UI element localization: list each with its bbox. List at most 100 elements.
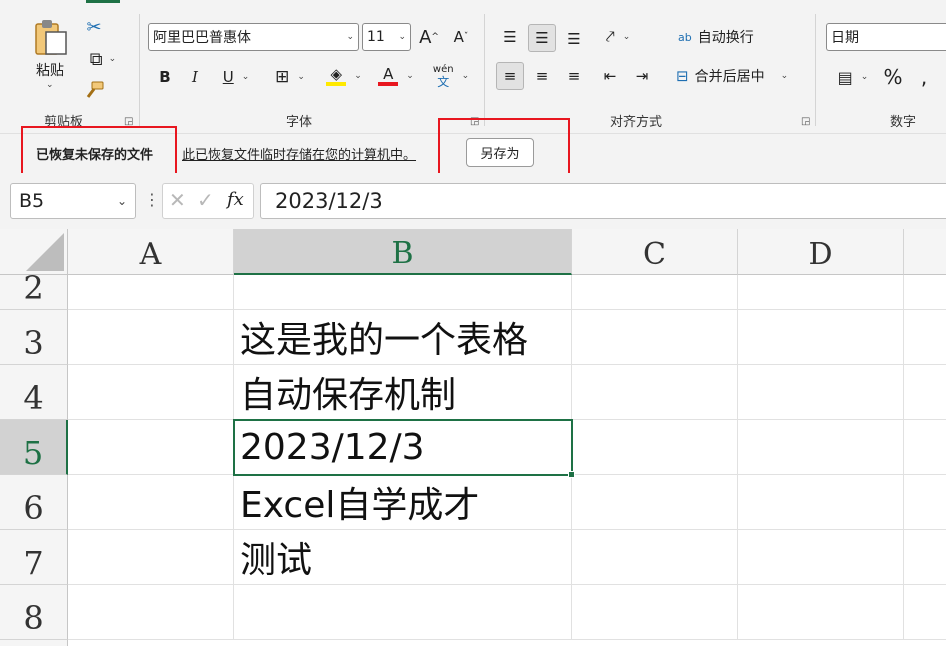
fill-color-icon: ◈ [330,65,342,83]
wrap-text-button[interactable]: ab 自动换行 [678,24,788,50]
fill-color-button[interactable]: ◈ ⌄ [322,62,366,90]
column-label: A [139,237,162,272]
active-tab-indicator [86,0,120,3]
percent-style-button[interactable]: % [880,63,906,91]
align-right-button[interactable]: ≡ [560,62,588,90]
cell-c7[interactable] [572,530,738,585]
cell-a3[interactable] [68,310,234,365]
merge-center-icon: ⊟ [676,67,689,85]
cell-b6[interactable]: Excel自学成才 [234,475,572,530]
row-header-2[interactable]: 2 [0,269,68,310]
paste-button[interactable]: 粘贴 ⌄ [24,18,76,90]
column-header-b[interactable]: B [234,229,572,275]
grow-font-button[interactable]: A ^ [416,24,442,50]
copy-icon: ⧉ [89,48,103,70]
cell-b7[interactable]: 测试 [234,530,572,585]
copy-button[interactable]: ⧉ ⌄ [82,46,124,72]
cell-c4[interactable] [572,365,738,420]
cell-d4[interactable] [738,365,904,420]
wrap-text-icon: ab [678,30,692,44]
font-name-select[interactable]: 阿里巴巴普惠体 ⌄ [148,23,359,51]
comma-style-button[interactable]: , [914,63,934,91]
cell-d5[interactable] [738,420,904,475]
number-group-label: 数字 [890,115,917,130]
cell-e7[interactable] [904,530,946,585]
align-right-icon: ≡ [567,67,581,85]
text-orientation-icon: ⤤ [605,27,615,46]
underline-button[interactable]: U ⌄ [214,64,258,90]
row-header-4[interactable]: 4 [0,365,68,420]
row-header-7[interactable]: 7 [0,530,68,585]
enter-icon[interactable]: ✓ [197,188,214,212]
phonetic-guide-button[interactable]: wén 文 ⌄ [428,62,474,90]
infobar-message-link[interactable]: 此已恢复文件临时存储在您的计算机中。 [182,144,416,163]
grow-font-icon: A [419,26,432,48]
cell-d8[interactable] [738,585,904,640]
name-box[interactable]: B5 ⌄ [10,183,136,219]
font-color-button[interactable]: A ⌄ [374,62,418,90]
cell-c6[interactable] [572,475,738,530]
cell-b2[interactable] [234,275,572,310]
column-header-a[interactable]: A [68,229,234,275]
cell-d3[interactable] [738,310,904,365]
cell-e5[interactable] [904,420,946,475]
font-size-select[interactable]: 11 ⌄ [362,23,411,51]
accounting-format-button[interactable]: ▤ ⌄ [830,63,876,91]
orientation-button[interactable]: ⤤ ⌄ [596,24,640,50]
cell-d7[interactable] [738,530,904,585]
cell-e4[interactable] [904,365,946,420]
cell-e2[interactable] [904,275,946,310]
cell-e3[interactable] [904,310,946,365]
cell-e8[interactable] [904,585,946,640]
cell-d2[interactable] [738,275,904,310]
format-painter-button[interactable] [82,78,106,104]
row-header-5[interactable]: 5 [0,420,68,475]
cell-e6[interactable] [904,475,946,530]
formula-input[interactable]: 2023/12/3 [260,183,946,219]
cell-c2[interactable] [572,275,738,310]
increase-indent-button[interactable]: ⇥ [628,62,656,90]
increase-indent-icon: ⇥ [635,67,649,85]
decrease-indent-button[interactable]: ⇤ [596,62,624,90]
cell-a5[interactable] [68,420,234,475]
column-header-d[interactable]: D [738,229,904,275]
cell-d6[interactable] [738,475,904,530]
fill-handle[interactable] [568,471,575,478]
column-header-e[interactable] [904,229,946,275]
number-format-select[interactable]: 日期 [826,23,946,51]
cell-c5[interactable] [572,420,738,475]
row-header-8[interactable]: 8 [0,585,68,640]
bold-button[interactable]: B [154,64,176,90]
cell-c8[interactable] [572,585,738,640]
align-bottom-icon: ☰ [567,30,581,48]
shrink-font-button[interactable]: Aˇ [448,24,474,50]
cell-b8[interactable] [234,585,572,640]
row-header-3[interactable]: 3 [0,310,68,365]
align-center-button[interactable]: ≡ [528,62,556,90]
merge-center-button[interactable]: ⊟ 合并后居中 ⌄ [676,63,806,89]
cell-a7[interactable] [68,530,234,585]
align-middle-button[interactable]: ☰ [528,24,556,52]
column-header-c[interactable]: C [572,229,738,275]
cell-a6[interactable] [68,475,234,530]
insert-function-icon[interactable]: fx [227,189,244,210]
cell-a2[interactable] [68,275,234,310]
cell-a4[interactable] [68,365,234,420]
cut-button[interactable]: ✂ [82,14,106,40]
italic-button[interactable]: I [184,64,206,90]
align-bottom-button[interactable]: ☰ [560,26,588,52]
cell-b4[interactable]: 自动保存机制 [234,365,572,420]
phonetic-bottom-text: 文 [437,75,450,89]
borders-button[interactable]: ⊞ ⌄ [268,64,312,90]
align-left-button[interactable]: ≡ [496,62,524,90]
cancel-icon[interactable]: ✕ [169,188,186,212]
row-header-9[interactable] [0,640,68,646]
row-header-6[interactable]: 6 [0,475,68,530]
paste-dropdown-icon: ⌄ [46,80,54,90]
align-top-button[interactable]: ☰ [496,24,524,50]
more-options-icon[interactable]: ⋮ [144,190,160,209]
cell-c3[interactable] [572,310,738,365]
cell-b3[interactable]: 这是我的一个表格 [234,310,572,365]
alignment-dialog-launcher-icon[interactable]: ◲ [801,116,810,127]
cell-a8[interactable] [68,585,234,640]
